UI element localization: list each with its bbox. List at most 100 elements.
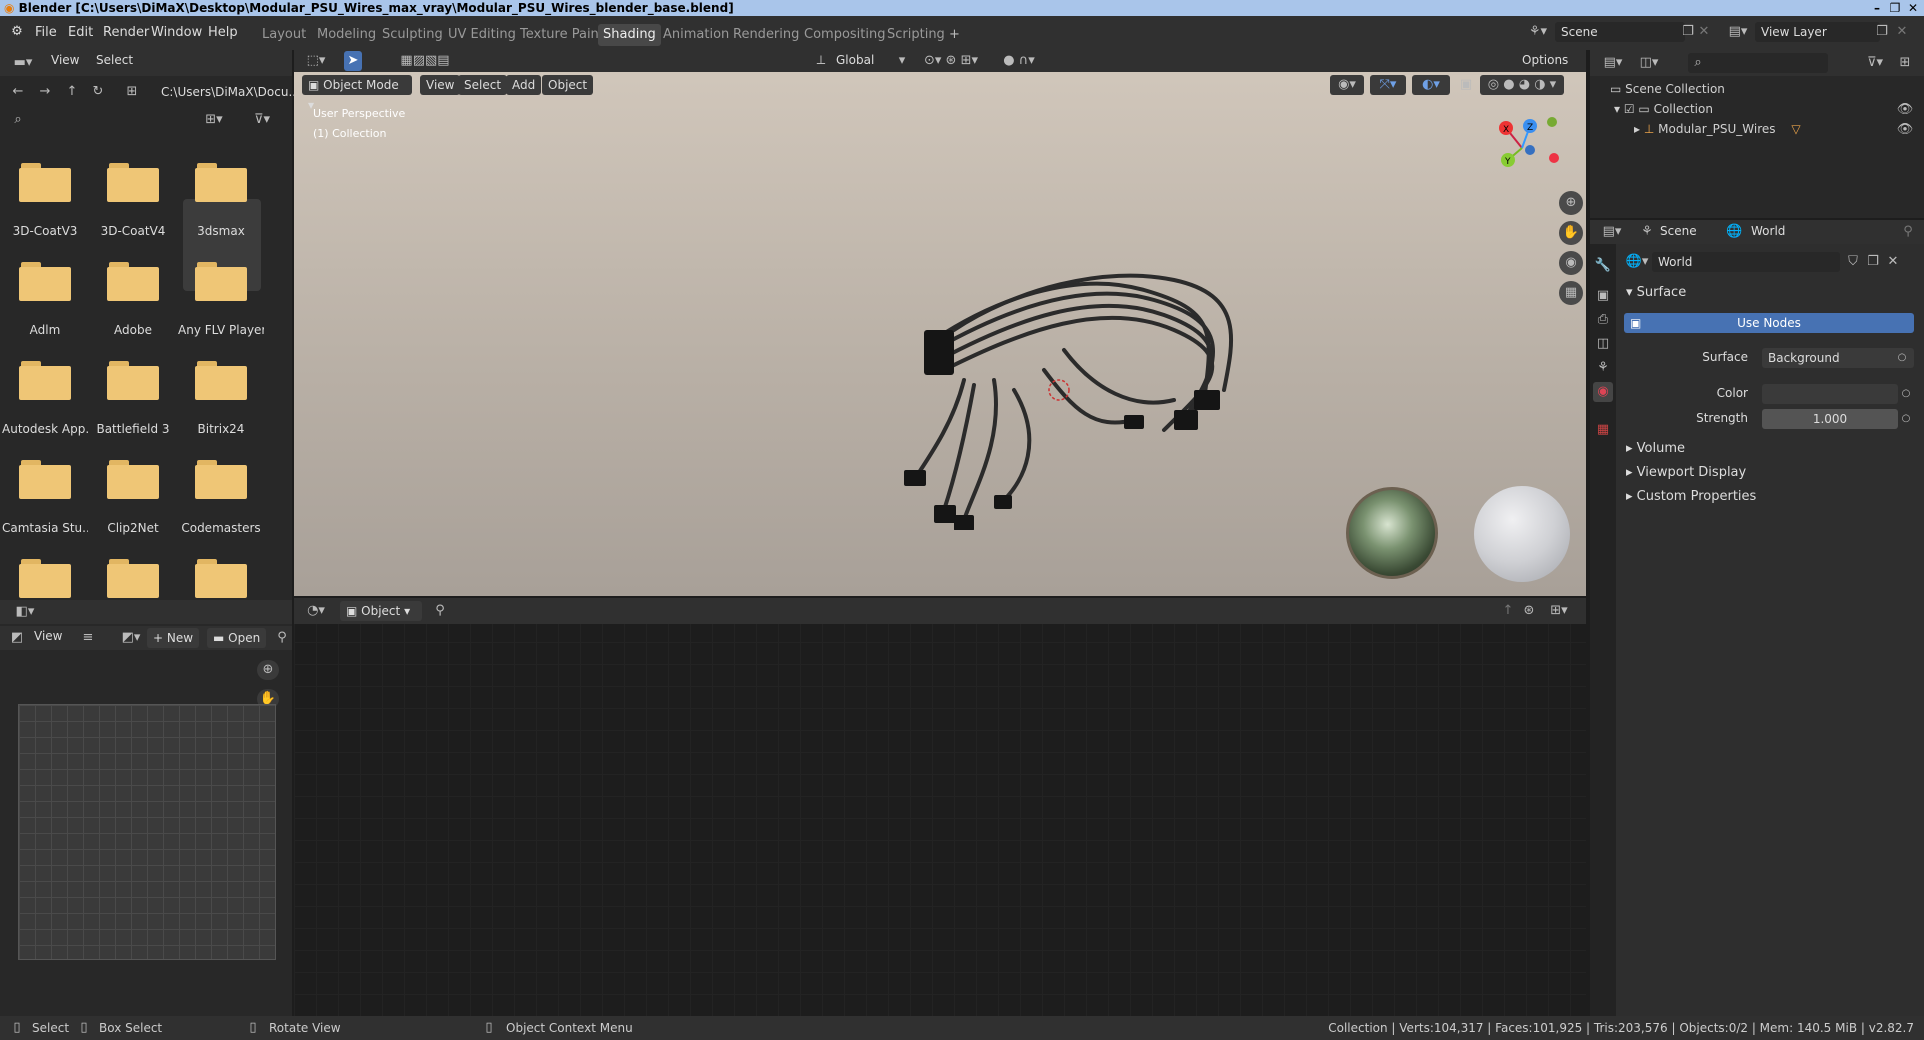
snap-icon[interactable]: ⊛ [1520, 601, 1538, 621]
forward-arrow-icon[interactable]: → [35, 82, 55, 102]
editor-type-icon[interactable]: ◧▾ [10, 602, 40, 622]
view-layer-selector[interactable]: View Layer [1755, 22, 1880, 42]
checkbox-icon[interactable]: ☑ [1624, 102, 1639, 116]
display-mode-icon[interactable]: ⊞▾ [196, 110, 232, 130]
folder-icon[interactable] [195, 559, 247, 599]
folder-icon[interactable] [107, 163, 159, 203]
expand-arrow-icon[interactable]: ▾ [1614, 102, 1624, 116]
editor-type-icon[interactable]: ▬▾ [8, 53, 38, 73]
new-scene-icon[interactable]: ❐ [1680, 22, 1696, 42]
scene-selector[interactable]: Scene [1555, 22, 1685, 42]
new-view-layer-icon[interactable]: ❐ [1874, 22, 1890, 42]
minimize-button[interactable]: – [1868, 0, 1886, 16]
use-nodes-button[interactable]: ▣ Use Nodes [1624, 313, 1914, 333]
selection-mode-icons[interactable]: ▦▨▧▤ [380, 51, 470, 71]
tab-uv-editing[interactable]: UV Editing [443, 24, 521, 46]
new-folder-icon[interactable]: ⊞ [122, 82, 142, 102]
proportional-editing-icons[interactable]: ● ∩▾ [989, 51, 1049, 71]
tab-rendering[interactable]: Rendering [728, 24, 804, 46]
parent-directory-icon[interactable]: ↑ [62, 82, 82, 102]
menu-window[interactable]: Window [151, 25, 202, 40]
folder-icon[interactable] [195, 163, 247, 203]
pin-icon[interactable]: ⚲ [274, 628, 290, 648]
back-arrow-icon[interactable]: ← [8, 82, 28, 102]
filter-icon[interactable]: ⊽▾ [1860, 53, 1890, 73]
delete-scene-icon[interactable]: ✕ [1696, 22, 1712, 42]
tab-scripting[interactable]: Scripting [882, 24, 950, 46]
eye-icon[interactable]: 👁 [1896, 120, 1914, 140]
refresh-icon[interactable]: ↻ [88, 82, 108, 102]
folder-icon[interactable] [195, 361, 247, 401]
output-tab-icon[interactable]: ⎙ [1594, 310, 1612, 330]
parent-node-tree-icon[interactable]: ↑ [1500, 601, 1516, 621]
viewport-select-menu[interactable]: Select [458, 75, 508, 95]
outliner-row-object[interactable]: ▸ ⊥ Modular_PSU_Wires ▽ [1634, 122, 1801, 136]
breadcrumb-scene[interactable]: Scene [1660, 224, 1697, 238]
breadcrumb-world[interactable]: World [1751, 224, 1785, 238]
viewport-object-menu[interactable]: Object [542, 75, 594, 95]
tool-tab-icon[interactable]: 🔧 [1594, 256, 1612, 276]
image-view-menu[interactable]: View [34, 629, 62, 643]
browse-image-icon[interactable]: ◩▾ [117, 628, 145, 648]
options-dropdown[interactable]: Options [1522, 53, 1568, 67]
world-browse-icon[interactable]: 🌐▾ [1624, 252, 1650, 272]
blender-menu-icon[interactable]: ⚙ [8, 22, 26, 42]
pivot-snapping-icons[interactable]: ⊙▾ ⊛ ⊞▾ [906, 51, 996, 71]
socket-icon[interactable]: ○ [1898, 409, 1914, 429]
select-tool-icon[interactable]: ➤ [344, 51, 362, 71]
3d-viewport[interactable]: ⬚▾ ➤ ▦▨▧▤ ⟂ Global ▾ ⊙▾ ⊛ ⊞▾ ● ∩▾ Option… [294, 50, 1586, 596]
duplicate-world-icon[interactable]: ❐ [1864, 252, 1882, 272]
camera-view-icon[interactable]: ◉ [1559, 251, 1583, 275]
viewport-view-menu[interactable]: View [420, 75, 461, 95]
gizmo-neg-y[interactable] [1547, 117, 1557, 127]
new-collection-icon[interactable]: ⊞ [1896, 53, 1914, 73]
menu-file[interactable]: File [35, 25, 57, 40]
shader-type-dropdown[interactable]: ▣ Object ▾ [340, 601, 422, 621]
expand-arrow-icon[interactable]: ▸ [1634, 122, 1644, 136]
pin-icon[interactable]: ⚲ [432, 601, 448, 621]
custom-properties-section-header[interactable]: ▸ Custom Properties [1626, 489, 1756, 504]
gizmo-neg-x[interactable] [1549, 153, 1559, 163]
menu-help[interactable]: Help [208, 25, 238, 40]
folder-icon[interactable] [19, 460, 71, 500]
shading-mode-icons[interactable]: ◎ ● ◕ ◑ ▾ [1480, 75, 1564, 95]
filter-icon[interactable]: ⊽▾ [244, 110, 280, 130]
snap-mode-icon[interactable]: ⊞▾ [1542, 601, 1576, 621]
editor-type-icon[interactable]: ▤▾ [1598, 222, 1626, 242]
folder-icon[interactable] [19, 361, 71, 401]
world-tab-icon[interactable]: ◉ [1593, 382, 1613, 402]
navigation-gizmo[interactable]: X Z Y [1490, 110, 1560, 170]
overlays-icon[interactable]: ◐▾ [1412, 75, 1450, 95]
pan-hand-icon[interactable]: ✋ [1559, 221, 1583, 245]
gizmo-toggle-icon[interactable]: ⤧▾ [1370, 75, 1406, 95]
display-mode-icon[interactable]: ◫▾ [1634, 53, 1664, 73]
folder-icon[interactable] [107, 361, 159, 401]
directory-path-field[interactable]: C:\Users\DiMaX\Docu... [155, 82, 300, 102]
folder-icon[interactable] [107, 460, 159, 500]
outliner-row-collection[interactable]: ▾ ☑ ▭ Collection [1614, 102, 1713, 116]
folder-icon[interactable] [19, 262, 71, 302]
tab-sculpting[interactable]: Sculpting [377, 24, 448, 46]
pin-icon[interactable]: ⚲ [1900, 222, 1916, 242]
visibility-icon[interactable]: ◉▾ [1330, 75, 1364, 95]
socket-icon[interactable]: ○ [1898, 384, 1914, 404]
hamburger-menu-icon[interactable]: ≡ [80, 628, 96, 648]
gizmo-neg-z[interactable] [1525, 145, 1535, 155]
outliner-row-scene-collection[interactable]: ▭ Scene Collection [1610, 82, 1725, 96]
tab-compositing[interactable]: Compositing [799, 24, 891, 46]
transform-orientation-dropdown[interactable]: Global [836, 53, 874, 67]
eye-icon[interactable]: 👁 [1896, 100, 1914, 120]
tab-layout[interactable]: Layout [257, 24, 311, 46]
folder-icon[interactable] [195, 262, 247, 302]
open-image-button[interactable]: ▬ Open [207, 628, 267, 648]
psu-wires-model[interactable] [894, 270, 1294, 530]
viewport-display-section-header[interactable]: ▸ Viewport Display [1626, 465, 1746, 480]
tab-animation[interactable]: Animation [658, 24, 734, 46]
object-mode-dropdown[interactable]: ▣ Object Mode ▾ [302, 75, 412, 112]
new-image-button[interactable]: + New [147, 628, 200, 648]
maximize-button[interactable]: ❐ [1886, 0, 1904, 16]
fake-user-shield-icon[interactable]: ⛉ [1844, 252, 1862, 272]
folder-icon[interactable] [195, 460, 247, 500]
file-search-input[interactable] [8, 110, 184, 130]
viewport-add-menu[interactable]: Add [506, 75, 542, 95]
